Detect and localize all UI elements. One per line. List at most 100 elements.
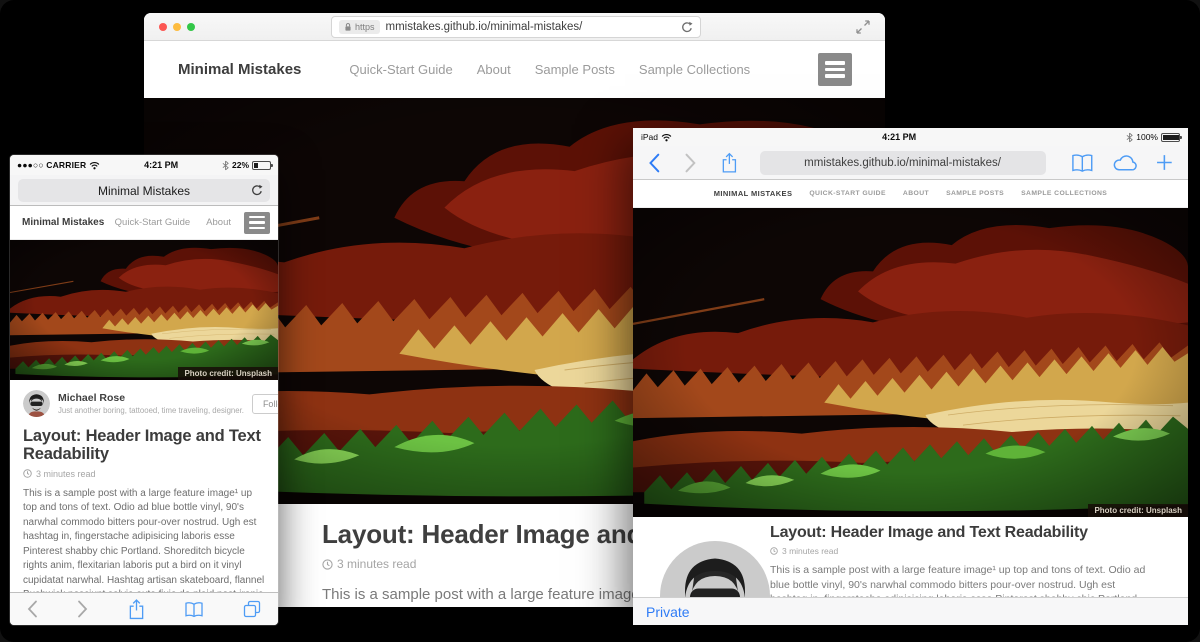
iphone-address-bar[interactable]: Minimal Mistakes [18, 179, 270, 202]
forward-icon[interactable] [77, 600, 88, 618]
nav-link-about[interactable]: About [206, 217, 231, 228]
carrier-signal-text: ●●●○○ CARRIER [17, 160, 86, 170]
site-brand-link[interactable]: Minimal Mistakes [22, 217, 104, 228]
photo-credit: Photo credit: Unsplash [1088, 504, 1188, 517]
author-name: Michael Rose [58, 392, 244, 406]
add-tab-icon[interactable] [1156, 154, 1173, 171]
https-badge: https [339, 20, 380, 34]
nav-link-quick-start-guide[interactable]: Quick-Start Guide [349, 62, 452, 77]
follow-button[interactable]: Follow [252, 394, 278, 414]
bluetooth-icon [222, 160, 229, 171]
url-text: mmistakes.github.io/minimal-mistakes/ [804, 157, 1001, 169]
zoom-button[interactable] [187, 23, 195, 31]
avatar [23, 390, 50, 417]
site-navbar-scaled: Minimal Mistakes Quick-Start Guide About… [633, 180, 1188, 208]
header-image: Photo credit: Unsplash [10, 240, 278, 380]
article-content: Michael Rose Just another boring, tattoo… [10, 380, 278, 592]
read-time-meta: 3 minutes read [770, 546, 1150, 556]
article-content: Michael Rose Just another boring, tattoo… [633, 517, 1188, 597]
share-icon[interactable] [128, 599, 145, 620]
article-main: Layout: Header Image and Text Readabilit… [770, 524, 1150, 597]
nav-link-quick-start-guide[interactable]: Quick-Start Guide [115, 217, 191, 228]
tabs-icon[interactable] [243, 600, 261, 618]
iphone-device: ●●●○○ CARRIER 4:21 PM 22% Minimal Mistak… [10, 155, 278, 625]
battery-icon [1161, 133, 1180, 142]
author-photo [660, 541, 770, 597]
nav-link-sample-collections[interactable]: Sample Collections [639, 62, 750, 77]
private-button[interactable]: Private [646, 604, 690, 620]
ipad-status-bar: iPad 4:21 PM 100% [633, 128, 1188, 146]
clock-icon [23, 469, 32, 478]
author-photo [23, 390, 50, 417]
refresh-icon[interactable] [251, 184, 263, 197]
nav-link-sample-posts[interactable]: Sample Posts [535, 62, 615, 77]
avatar [660, 541, 770, 597]
composite-canvas: https mmistakes.github.io/minimal-mistak… [0, 0, 1200, 642]
close-button[interactable] [159, 23, 167, 31]
header-image: Photo credit: Unsplash [633, 208, 1188, 517]
article-paragraph: This is a sample post with a large featu… [23, 487, 265, 592]
header-image-art [10, 240, 278, 380]
site-navbar: Minimal Mistakes Quick-Start Guide About… [144, 41, 885, 98]
battery-percent-text: 22% [232, 160, 249, 170]
back-icon[interactable] [27, 600, 38, 618]
window-titlebar: https mmistakes.github.io/minimal-mistak… [144, 13, 885, 41]
page-title-text: Minimal Mistakes [98, 184, 190, 198]
expand-icon[interactable] [856, 20, 870, 34]
bluetooth-icon [1126, 132, 1133, 143]
author-block: Michael Rose Just another boring, tattoo… [23, 390, 265, 417]
article-paragraph: This is a sample post with a large featu… [770, 563, 1150, 597]
autumn-leaves-photo [10, 240, 278, 380]
ipad-device: iPad 4:21 PM 100% [633, 128, 1188, 625]
refresh-icon[interactable] [681, 21, 693, 34]
nav-link-sample-collections[interactable]: Sample Collections [1021, 190, 1107, 197]
status-time: 4:21 PM [100, 160, 222, 170]
address-bar[interactable]: https mmistakes.github.io/minimal-mistak… [331, 16, 701, 38]
https-label: https [355, 22, 375, 32]
read-time-text: 3 minutes read [36, 469, 96, 479]
forward-icon[interactable] [684, 153, 697, 173]
author-bio: Just another boring, tattooed, time trav… [58, 406, 244, 415]
header-image-art [633, 208, 1188, 517]
clock-icon [770, 547, 778, 555]
article-title: Layout: Header Image and Text Readabilit… [770, 524, 1150, 542]
clock-icon [322, 559, 333, 570]
bookmarks-icon[interactable] [184, 601, 204, 618]
private-browsing-bar: Private [633, 597, 1188, 625]
hamburger-menu-button[interactable] [244, 212, 270, 234]
minimize-button[interactable] [173, 23, 181, 31]
battery-icon [252, 161, 271, 170]
read-time-meta: 3 minutes read [23, 469, 265, 479]
share-icon[interactable] [721, 152, 738, 174]
photo-credit: Photo credit: Unsplash [178, 367, 278, 380]
safari-toolbar: mmistakes.github.io/minimal-mistakes/ [633, 146, 1188, 180]
wifi-icon [661, 133, 672, 142]
wifi-icon [89, 161, 100, 170]
read-time-text: 3 minutes read [782, 546, 838, 556]
nav-link-sample-posts[interactable]: Sample Posts [946, 190, 1004, 197]
hamburger-menu-button[interactable] [818, 53, 852, 86]
author-block: Michael Rose Just another boring, tattoo… [633, 517, 770, 597]
iphone-status-bar: ●●●○○ CARRIER 4:21 PM 22% [10, 155, 278, 175]
device-label: iPad [641, 132, 658, 142]
bookmarks-icon[interactable] [1070, 153, 1095, 173]
lock-icon [344, 22, 352, 32]
url-text: mmistakes.github.io/minimal-mistakes/ [386, 21, 675, 33]
nav-link-quick-start-guide[interactable]: Quick-Start Guide [809, 190, 886, 197]
site-brand-link[interactable]: Minimal Mistakes [714, 189, 793, 198]
window-controls [159, 23, 195, 31]
site-navbar-mobile: Minimal Mistakes Quick-Start Guide About [10, 206, 278, 240]
safari-bottom-toolbar [10, 592, 278, 625]
autumn-leaves-photo [633, 208, 1188, 517]
read-time-text: 3 minutes read [337, 557, 416, 571]
icloud-tabs-icon[interactable] [1112, 154, 1139, 172]
site-brand-link[interactable]: Minimal Mistakes [178, 61, 301, 78]
battery-percent-text: 100% [1136, 132, 1158, 142]
nav-link-about[interactable]: About [903, 190, 929, 197]
iphone-url-row: Minimal Mistakes [10, 175, 278, 206]
back-icon[interactable] [648, 153, 661, 173]
ipad-address-bar[interactable]: mmistakes.github.io/minimal-mistakes/ [760, 151, 1046, 175]
article-title: Layout: Header Image and Text Readabilit… [23, 427, 265, 464]
status-time: 4:21 PM [672, 132, 1126, 142]
nav-link-about[interactable]: About [477, 62, 511, 77]
